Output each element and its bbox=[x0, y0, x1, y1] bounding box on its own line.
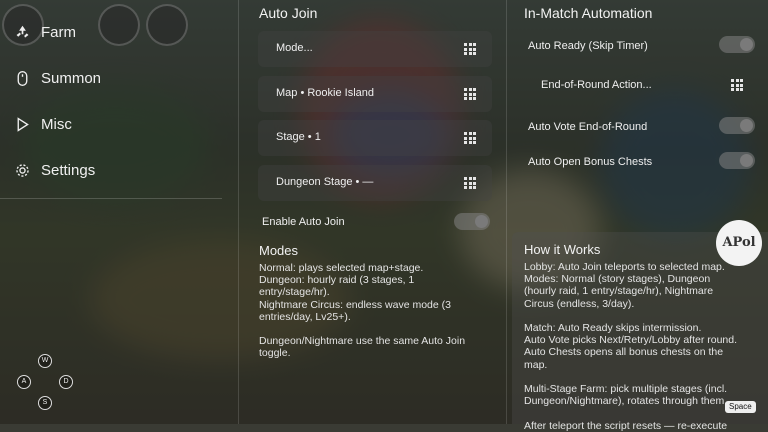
grid-icon bbox=[464, 132, 476, 144]
sidebar-item-farm[interactable]: Farm bbox=[14, 24, 76, 41]
grid-icon bbox=[464, 43, 476, 55]
stage-dropdown[interactable]: Stage • 1 bbox=[258, 120, 492, 156]
map-label: Map • Rookie Island bbox=[276, 87, 375, 99]
dpad-key-s[interactable]: S bbox=[38, 396, 52, 410]
grid-icon bbox=[464, 88, 476, 100]
auto-vote-toggle[interactable] bbox=[719, 117, 755, 134]
grid-icon bbox=[464, 177, 476, 189]
sidebar-item-label: Farm bbox=[41, 24, 76, 41]
recycle-icon bbox=[16, 25, 29, 38]
space-key-hint[interactable]: Space bbox=[725, 401, 756, 413]
dpad-key-d[interactable]: D bbox=[59, 375, 73, 389]
sidebar-item-settings[interactable]: Settings bbox=[14, 162, 95, 179]
dpad-key-w[interactable]: W bbox=[38, 354, 52, 368]
enable-auto-join-label: Enable Auto Join bbox=[262, 216, 345, 228]
mouse-icon bbox=[17, 71, 28, 86]
auto-vote-label: Auto Vote End-of-Round bbox=[528, 121, 648, 133]
auto-ready-toggle[interactable] bbox=[719, 36, 755, 53]
gear-icon bbox=[16, 164, 29, 177]
auto-chests-label: Auto Open Bonus Chests bbox=[528, 156, 653, 168]
automation-title: In-Match Automation bbox=[524, 5, 653, 21]
divider bbox=[238, 0, 239, 424]
divider bbox=[0, 198, 222, 199]
stage-label: Stage • 1 bbox=[276, 131, 321, 143]
map-dropdown[interactable]: Map • Rookie Island bbox=[258, 76, 492, 112]
enable-auto-join-toggle[interactable] bbox=[454, 213, 490, 230]
modes-title: Modes bbox=[259, 243, 299, 258]
dungeon-stage-dropdown[interactable]: Dungeon Stage • — bbox=[258, 165, 492, 201]
play-icon bbox=[17, 117, 29, 132]
sidebar-item-misc[interactable]: Misc bbox=[14, 116, 72, 133]
grid-icon bbox=[731, 79, 743, 91]
mode-label: Mode... bbox=[276, 42, 313, 54]
how-it-works-title: How it Works bbox=[524, 242, 601, 257]
end-of-round-action-dropdown[interactable]: End-of-Round Action... bbox=[520, 68, 760, 102]
auto-chests-toggle[interactable] bbox=[719, 152, 755, 169]
sidebar-item-label: Settings bbox=[41, 162, 96, 179]
auto-join-title: Auto Join bbox=[259, 5, 318, 21]
mode-dropdown[interactable]: Mode... bbox=[258, 31, 492, 67]
sidebar-item-summon[interactable]: Summon bbox=[14, 70, 101, 87]
dpad-key-a[interactable]: A bbox=[17, 375, 31, 389]
creator-badge-logo[interactable]: APol bbox=[716, 220, 762, 266]
sidebar: Farm Summon Misc Settings W A D S bbox=[0, 0, 238, 424]
auto-ready-label: Auto Ready (Skip Timer) bbox=[528, 40, 648, 52]
sidebar-item-label: Summon bbox=[41, 70, 102, 87]
divider bbox=[506, 0, 507, 424]
dungeon-stage-label: Dungeon Stage • — bbox=[276, 176, 374, 188]
end-of-round-action-label: End-of-Round Action... bbox=[541, 79, 652, 91]
modes-description: Normal: plays selected map+stage. Dungeo… bbox=[259, 262, 466, 360]
sidebar-item-label: Misc bbox=[41, 116, 72, 133]
